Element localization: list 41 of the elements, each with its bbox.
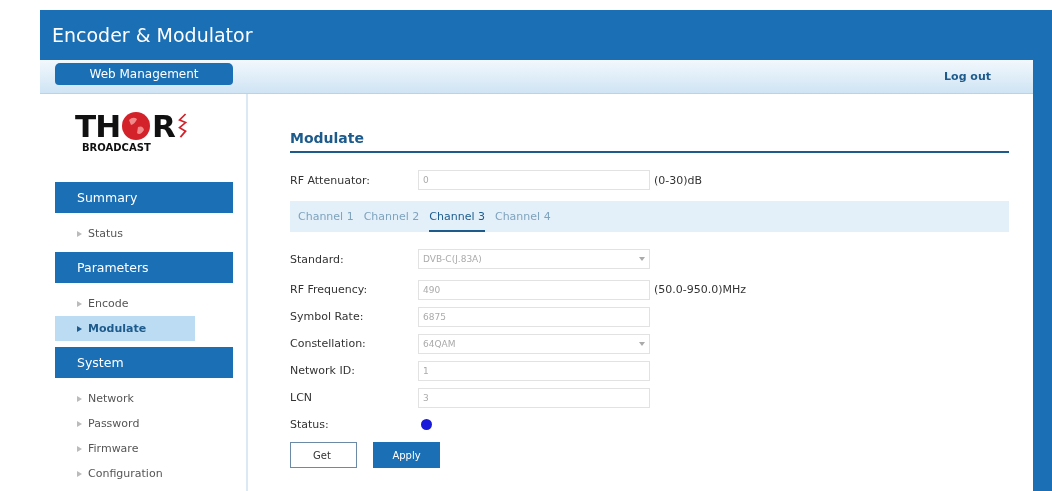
logo-subtitle: BROADCAST	[82, 142, 151, 153]
field-label: RF Attenuator:	[290, 173, 371, 187]
field-label: RF Frequency:	[290, 283, 369, 296]
section-heading: Modulate	[290, 130, 1009, 153]
caret-icon	[639, 257, 645, 261]
sidebar-item[interactable]: Configuration	[55, 461, 195, 486]
sidebar-item[interactable]: Firmware	[55, 436, 195, 461]
sidebar-item[interactable]: Password	[55, 411, 195, 436]
logo-text: TH	[75, 108, 121, 144]
arrow-icon	[77, 445, 82, 452]
arrow-icon	[77, 300, 82, 307]
field-label: LCN	[290, 391, 314, 404]
arrow-icon	[77, 325, 82, 332]
arrow-icon	[77, 395, 82, 402]
channel-tab[interactable]: Channel 3	[429, 201, 485, 232]
lightning-icon	[176, 112, 189, 140]
sidebar-item[interactable]: Modulate	[55, 316, 195, 341]
globe-icon	[121, 111, 152, 141]
sidebar-section-header[interactable]: Summary	[55, 182, 233, 213]
get-button[interactable]: Get	[290, 442, 357, 468]
sidebar-item[interactable]: Network	[55, 386, 195, 411]
unit-label: (50.0-950.0)MHz	[654, 283, 747, 296]
sidebar-item[interactable]: Status	[55, 221, 195, 246]
field-label: Standard:	[290, 252, 345, 266]
arrow-icon	[77, 230, 82, 237]
field-label: Status:	[290, 418, 330, 431]
arrow-icon	[77, 470, 82, 477]
sidebar-section-header[interactable]: Parameters	[55, 252, 233, 283]
logout-link[interactable]: Log out	[944, 70, 991, 83]
caret-icon	[639, 341, 645, 346]
web-management-tab[interactable]: Web Management	[55, 62, 233, 85]
apply-button[interactable]: Apply	[373, 442, 440, 468]
sidebar-section-header[interactable]: System	[55, 347, 233, 378]
logo-text: R	[152, 108, 175, 144]
field-label: Constellation:	[290, 337, 367, 350]
unit-label: (0-30)dB	[654, 173, 703, 187]
sidebar-item[interactable]: Encode	[55, 291, 195, 316]
field-label: Network ID:	[290, 364, 356, 377]
window-title: Encoder & Modulator	[52, 24, 253, 46]
field-label: Symbol Rate:	[290, 310, 365, 323]
arrow-icon	[77, 420, 82, 427]
